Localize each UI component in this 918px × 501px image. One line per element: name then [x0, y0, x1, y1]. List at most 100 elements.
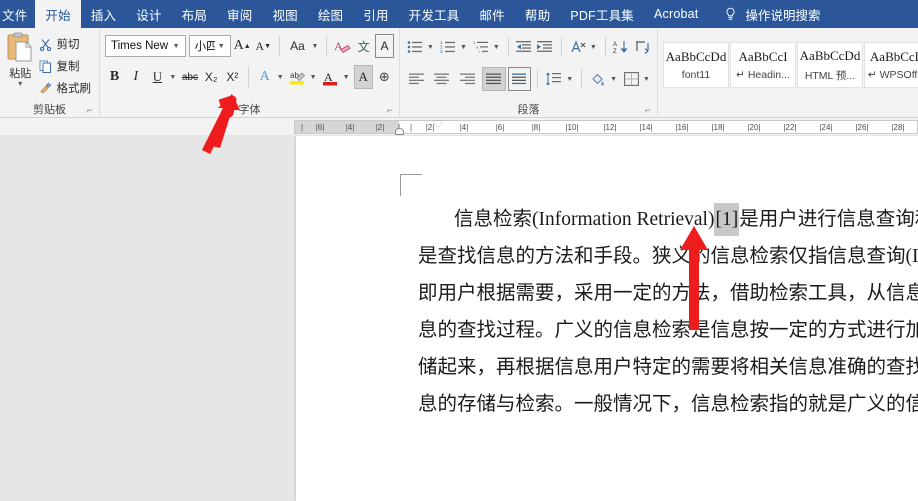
- character-border-button[interactable]: A: [375, 34, 395, 58]
- document-body[interactable]: 信息检索(Information Retrieval)[1]是用户进行信息查询和…: [418, 201, 918, 423]
- tab-acrobat[interactable]: Acrobat: [644, 0, 708, 28]
- paragraph-dialog-launcher[interactable]: ⌐: [645, 106, 654, 115]
- svg-text:A: A: [324, 70, 333, 84]
- style-preview: AaBbCcI: [738, 49, 788, 64]
- tell-me-search[interactable]: 操作说明搜索: [708, 0, 820, 28]
- text-effects-button[interactable]: A ▼: [255, 65, 286, 89]
- enclose-characters-button[interactable]: ⊕: [375, 65, 394, 89]
- line-spacing-icon: [546, 72, 562, 86]
- chevron-down-icon[interactable]: ▼: [491, 44, 502, 51]
- chevron-down-icon[interactable]: ▼: [275, 74, 286, 81]
- multilevel-list-button[interactable]: 1 a i ▼: [471, 35, 502, 59]
- numbering-button[interactable]: 1 2 3 ▼: [438, 35, 469, 59]
- ruler-tick: | 26 |: [855, 122, 869, 132]
- document-page[interactable]: 信息检索(Information Retrieval)[1]是用户进行信息查询和…: [296, 136, 918, 501]
- increase-indent-icon: [537, 41, 553, 52]
- cut-button[interactable]: 剪切: [36, 34, 95, 54]
- copy-button[interactable]: 复制: [36, 56, 95, 76]
- tab-draw[interactable]: 绘图: [308, 0, 353, 28]
- tab-review[interactable]: 审阅: [217, 0, 262, 28]
- left-indent-marker[interactable]: [395, 128, 404, 135]
- bullets-button[interactable]: ▼: [405, 35, 436, 59]
- show-formatting-marks-button[interactable]: [633, 35, 652, 59]
- format-painter-button[interactable]: 格式刷: [36, 78, 95, 98]
- align-left-button[interactable]: [405, 67, 429, 91]
- clear-format-icon: A: [334, 39, 351, 54]
- chevron-down-icon[interactable]: ▼: [215, 43, 228, 50]
- tab-pdf-tools[interactable]: PDF工具集: [560, 0, 644, 28]
- ruler-tick: | 18 |: [711, 122, 725, 132]
- paragraph-shading-button[interactable]: ▼: [588, 67, 619, 91]
- shrink-font-button[interactable]: A ▼: [254, 34, 273, 58]
- change-case-button[interactable]: Aa ▼: [285, 34, 320, 58]
- style-item[interactable]: AaBbCcDd HTML 预...: [797, 42, 863, 88]
- chevron-down-icon[interactable]: ▼: [170, 43, 183, 50]
- sort-button[interactable]: A Z: [612, 35, 631, 59]
- line-spacing-button[interactable]: ▼: [544, 67, 575, 91]
- tab-mailings[interactable]: 邮件: [469, 0, 514, 28]
- highlight-button[interactable]: ab ▼: [288, 65, 319, 89]
- clipboard-dialog-launcher[interactable]: ⌐: [87, 106, 96, 115]
- distributed-button[interactable]: [507, 67, 532, 91]
- font-name-combobox[interactable]: Times New Ro ▼: [105, 35, 186, 57]
- group-paragraph: ▼ 1 2 3 ▼ 1 a i ▼ ▼ A Z ▼ ▼ ▼ 段落 ⌐: [400, 28, 658, 118]
- decrease-indent-button[interactable]: [515, 35, 534, 59]
- style-preview: AaBbCcD: [869, 49, 918, 64]
- bold-button[interactable]: B: [105, 65, 124, 89]
- ruler-tick: |: [300, 122, 304, 132]
- chevron-down-icon[interactable]: ▼: [588, 44, 599, 51]
- font-dialog-launcher[interactable]: ⌐: [387, 106, 396, 115]
- italic-button[interactable]: I: [126, 65, 145, 89]
- divider: [581, 69, 583, 89]
- increase-indent-button[interactable]: [536, 35, 555, 59]
- chevron-down-icon[interactable]: ▼: [308, 74, 319, 81]
- ruler-tick: | 4 |: [345, 122, 355, 132]
- horizontal-ruler[interactable]: | | 6 | | 4 | | 2 | | | | 2 | | 4 | | 6 …: [294, 120, 918, 135]
- chevron-down-icon[interactable]: ▼: [458, 44, 469, 51]
- tab-insert[interactable]: 插入: [81, 0, 126, 28]
- chevron-down-icon[interactable]: ▼: [564, 76, 575, 83]
- tab-developer[interactable]: 开发工具: [399, 0, 470, 28]
- tab-design[interactable]: 设计: [126, 0, 171, 28]
- style-item[interactable]: AaBbCcI ↵ Headin...: [730, 42, 796, 88]
- cut-label: 剪切: [56, 39, 80, 51]
- tab-file[interactable]: 文件: [0, 0, 35, 28]
- justify-button[interactable]: [481, 67, 506, 91]
- chevron-down-icon[interactable]: ▼: [641, 76, 652, 83]
- copy-icon: [39, 60, 51, 73]
- chevron-down-icon[interactable]: ▼: [608, 76, 619, 83]
- tab-help[interactable]: 帮助: [515, 0, 560, 28]
- subscript-button[interactable]: X₂: [202, 65, 221, 89]
- underline-button[interactable]: U ▼: [147, 65, 178, 89]
- font-size-value: 小四: [194, 41, 215, 53]
- chevron-down-icon[interactable]: ▼: [309, 43, 320, 50]
- first-line-indent-marker[interactable]: [433, 121, 443, 127]
- tab-view[interactable]: 视图: [262, 0, 307, 28]
- chevron-down-icon[interactable]: ▼: [167, 74, 178, 81]
- styles-gallery: AaBbCcDd font11 AaBbCcI ↵ Headin... AaBb…: [663, 42, 918, 88]
- style-item[interactable]: AaBbCcD ↵ WPSOff...: [864, 42, 918, 88]
- style-preview: AaBbCcDd: [665, 49, 727, 64]
- chevron-down-icon[interactable]: ▼: [341, 74, 352, 81]
- selected-citation[interactable]: [1]: [714, 209, 740, 230]
- superscript-button[interactable]: X²: [223, 65, 242, 89]
- align-center-button[interactable]: [431, 67, 455, 91]
- strikethrough-button[interactable]: abc: [180, 65, 199, 89]
- style-item[interactable]: AaBbCcDd font11: [663, 42, 729, 88]
- phonetic-guide-button[interactable]: 文: [354, 34, 373, 58]
- asian-layout-button[interactable]: ▼: [568, 35, 599, 59]
- chevron-down-icon[interactable]: ▾: [18, 80, 22, 88]
- text-shading-button[interactable]: A: [353, 65, 373, 89]
- tab-home[interactable]: 开始: [35, 0, 81, 28]
- tab-references[interactable]: 引用: [353, 0, 398, 28]
- tab-layout[interactable]: 布局: [172, 0, 217, 28]
- align-right-button[interactable]: [456, 67, 480, 91]
- grow-font-button[interactable]: A ▲: [233, 34, 252, 58]
- borders-button[interactable]: ▼: [621, 67, 652, 91]
- lightbulb-icon: [724, 7, 737, 22]
- font-size-combobox[interactable]: 小四 ▼: [188, 35, 231, 57]
- char-border-label: A: [380, 39, 389, 53]
- font-color-button[interactable]: A ▼: [321, 65, 352, 89]
- clear-formatting-button[interactable]: A: [333, 34, 352, 58]
- chevron-down-icon[interactable]: ▼: [425, 44, 436, 51]
